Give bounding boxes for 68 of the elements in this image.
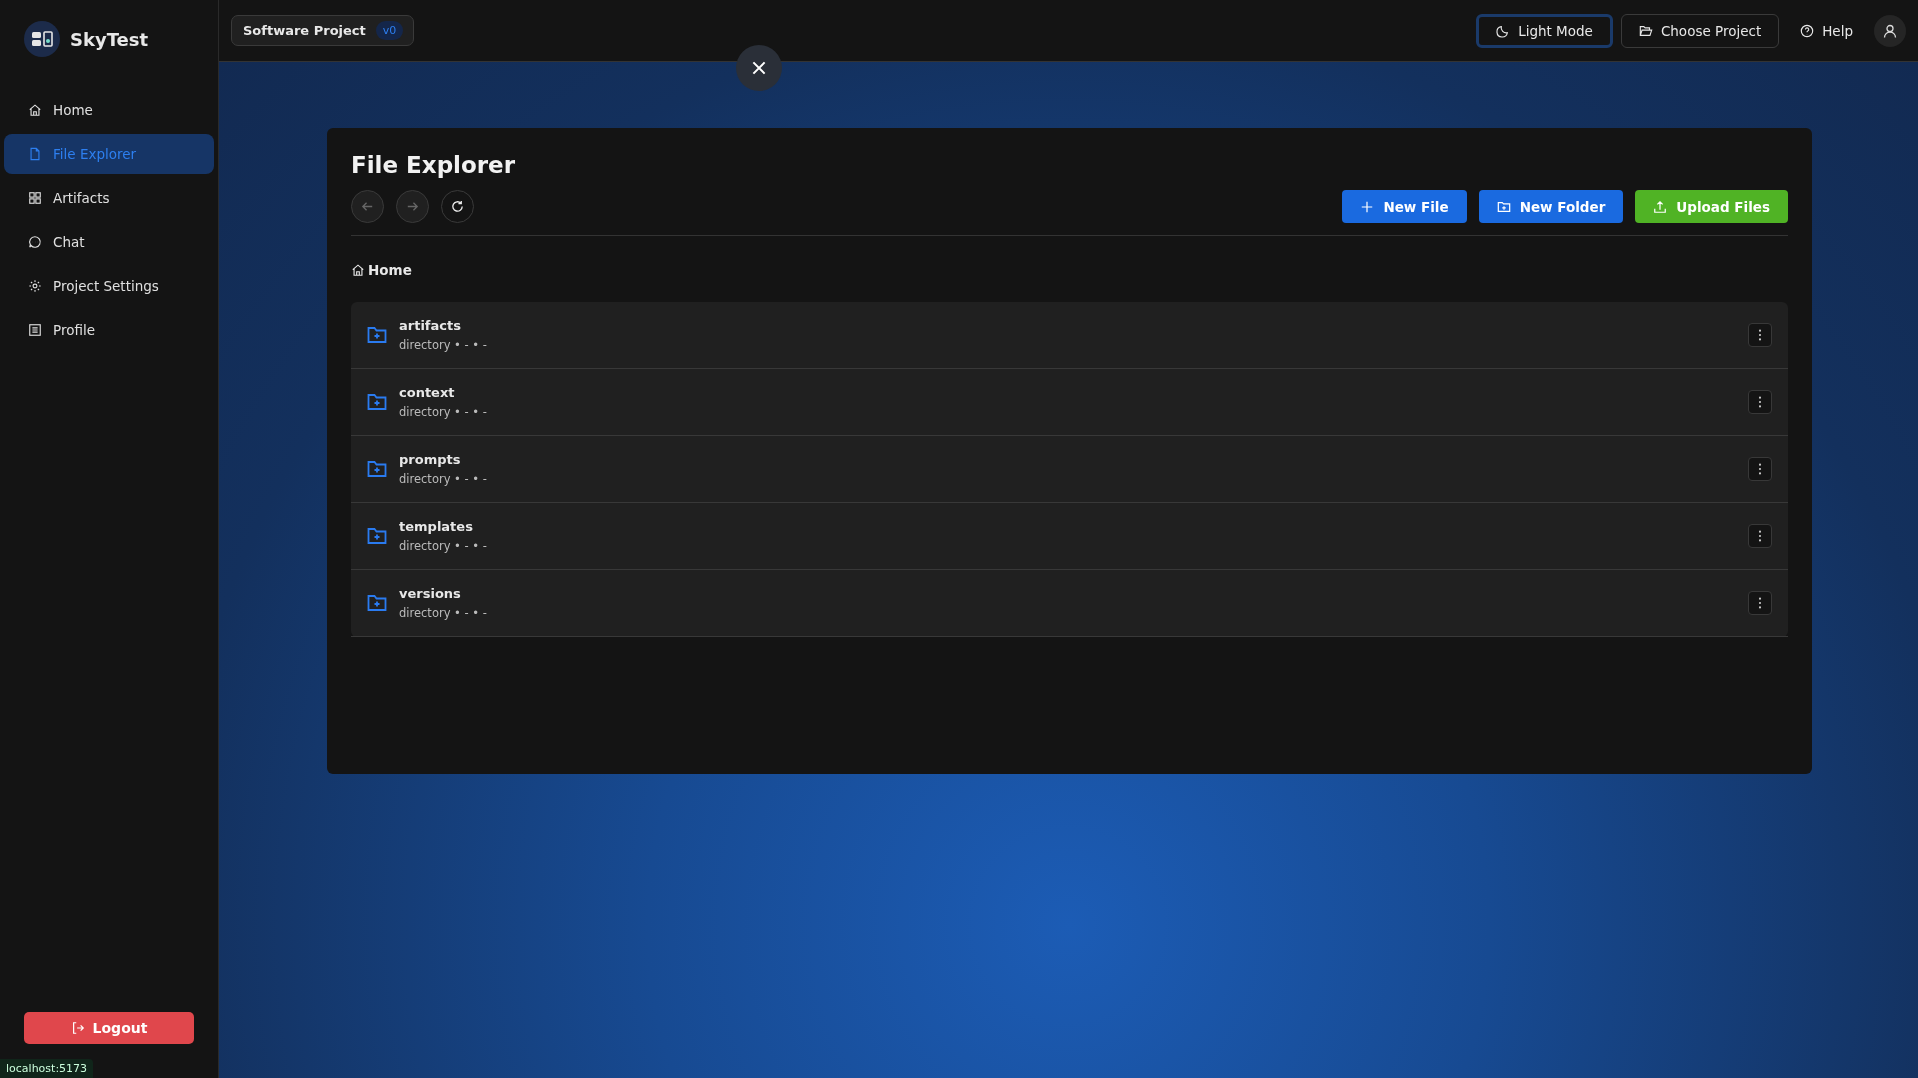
user-icon [1882,22,1898,39]
home-icon [28,103,42,117]
app-name: SkyTest [70,28,149,50]
vertical-dots-icon [1758,395,1762,409]
sidebar-item[interactable]: Artifacts [4,178,214,218]
new-folder-button[interactable]: New Folder [1478,190,1624,223]
robot-logo-icon [24,21,60,57]
help-button[interactable]: Help [1787,13,1866,48]
more-options-button[interactable] [1748,323,1772,347]
folder-plus-icon [367,594,387,612]
grid-icon [28,191,42,205]
choose-project-button[interactable]: Choose Project [1620,13,1780,48]
breadcrumb-link[interactable]: Home [368,262,412,278]
vertical-dots-icon [1758,529,1762,543]
refresh-icon [450,199,465,214]
help-icon [1800,23,1815,38]
folder-details: directory • - • - [399,606,488,620]
chat-bubble-icon [28,235,42,249]
folder-name: context [399,385,456,400]
refresh-button[interactable] [441,190,474,223]
sidebar-item[interactable]: Profile [4,310,214,350]
more-options-button[interactable] [1748,591,1772,615]
settings-icon [28,279,42,293]
more-options-button[interactable] [1748,524,1772,548]
folder-name: artifacts [399,318,462,333]
folder-row[interactable]: versions directory • - • - [351,570,1788,637]
logout-icon [70,1021,85,1035]
folder-row[interactable]: context directory • - • - [351,369,1788,436]
folder-details: directory • - • - [399,539,488,553]
folder-details: directory • - • - [399,338,488,352]
folder-name: versions [399,586,462,601]
folder-row[interactable]: templates directory • - • - [351,503,1788,570]
more-options-button[interactable] [1748,390,1772,414]
sidebar-item[interactable]: Chat [4,222,214,262]
new-file-button[interactable]: New File [1342,190,1467,223]
sidebar-item[interactable]: Home [4,90,214,130]
moon-icon [1496,23,1511,38]
folder-name: prompts [399,452,462,467]
folder-name: templates [399,519,474,534]
project-selector[interactable]: Software Project v0 [231,15,415,46]
version-badge: v0 [375,21,404,40]
project-name: Software Project [243,23,366,38]
folder-details: directory • - • - [399,472,488,486]
document-icon [28,147,42,161]
folder-plus-icon [1496,199,1511,214]
plus-icon [1360,199,1375,214]
status-url: localhost:5173 [0,1059,94,1078]
user-avatar-button[interactable] [1874,14,1906,47]
folder-plus-icon [367,326,387,344]
folder-plus-icon [367,527,387,545]
folder-row[interactable]: artifacts directory • - • - [351,302,1788,369]
panel-title: File Explorer [351,152,517,178]
vertical-dots-icon [1758,462,1762,476]
logout-button[interactable]: Logout [24,1012,194,1044]
folder-details: directory • - • - [399,405,488,419]
theme-toggle-button[interactable]: Light Mode [1476,13,1613,48]
folder-row[interactable]: prompts directory • - • - [351,436,1788,503]
folder-icon [1638,23,1653,38]
folder-plus-icon [367,460,387,478]
id-card-icon [28,323,42,337]
sidebar-item[interactable]: Project Settings [4,266,214,306]
vertical-dots-icon [1758,328,1762,342]
vertical-dots-icon [1758,596,1762,610]
folder-plus-icon [367,393,387,411]
close-icon [750,59,768,77]
home-icon [351,263,365,277]
more-options-button[interactable] [1748,457,1772,481]
upload-icon [1653,199,1668,214]
